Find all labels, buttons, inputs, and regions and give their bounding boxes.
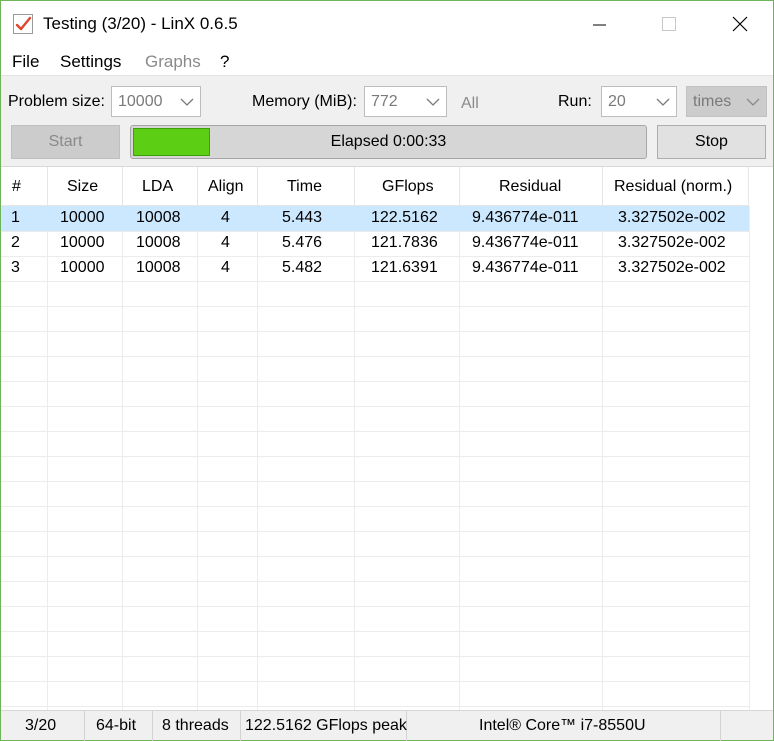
cell-gflops: 121.7836	[371, 234, 438, 251]
chevron-down-icon	[180, 98, 194, 106]
row-divider	[1, 681, 749, 682]
row-divider	[1, 356, 749, 357]
title-bar: Testing (3/20) - LinX 0.6.5	[1, 1, 773, 47]
status-cpu-name: Intel® Core™ i7-8550U	[407, 711, 721, 741]
row-divider	[1, 281, 749, 282]
row-divider	[1, 231, 749, 232]
all-label[interactable]: All	[461, 95, 479, 113]
cell-residual: 9.436774e-011	[472, 259, 579, 276]
elapsed-progress-bar: Elapsed 0:00:33	[130, 125, 647, 159]
table-row[interactable]: 3 10000 10008 4 5.482 121.6391 9.436774e…	[1, 256, 749, 281]
cell-residual: 9.436774e-011	[472, 209, 579, 226]
status-bitness: 64-bit	[85, 711, 153, 741]
checkmark-app-icon	[13, 14, 33, 34]
row-divider	[1, 456, 749, 457]
cell-time: 5.476	[282, 234, 323, 251]
status-threads: 8 threads	[153, 711, 241, 741]
cell-index: 3	[11, 259, 20, 276]
cell-time: 5.443	[282, 209, 323, 226]
table-row[interactable]: 2 10000 10008 4 5.476 121.7836 9.436774e…	[1, 231, 749, 256]
column-divider	[749, 206, 750, 710]
close-icon	[732, 16, 748, 32]
close-button[interactable]	[717, 1, 763, 47]
run-unit-combo[interactable]: times	[686, 86, 767, 117]
column-header-residual[interactable]: Residual	[460, 167, 603, 206]
minimize-icon	[593, 24, 606, 26]
row-divider	[1, 256, 749, 257]
elapsed-time-text: Elapsed 0:00:33	[330, 133, 447, 150]
cell-index: 1	[11, 209, 20, 226]
memory-label: Memory (MiB):	[252, 93, 357, 110]
column-header-align[interactable]: Align	[198, 167, 258, 206]
status-bar: 3/20 64-bit 8 threads 122.5162 GFlops pe…	[1, 710, 773, 741]
column-header-lda[interactable]: LDA	[123, 167, 198, 206]
maximize-button[interactable]	[646, 1, 692, 47]
cell-index: 2	[11, 234, 20, 251]
row-divider	[1, 481, 749, 482]
cell-gflops: 122.5162	[371, 209, 438, 226]
menu-graphs[interactable]: Graphs	[145, 52, 201, 72]
memory-combo[interactable]: 772	[364, 86, 447, 117]
menu-bar: File Settings Graphs ?	[1, 49, 773, 75]
chevron-down-icon	[426, 98, 440, 106]
row-divider	[1, 606, 749, 607]
menu-settings[interactable]: Settings	[60, 52, 121, 72]
cell-residual: 9.436774e-011	[472, 234, 579, 251]
window-title: Testing (3/20) - LinX 0.6.5	[43, 14, 238, 33]
stop-button[interactable]: Stop	[657, 125, 766, 159]
status-peak-gflops: 122.5162 GFlops peak	[241, 711, 407, 741]
cell-residual-norm: 3.327502e-002	[618, 259, 726, 276]
row-divider	[1, 656, 749, 657]
cell-residual-norm: 3.327502e-002	[618, 234, 726, 251]
row-divider	[1, 556, 749, 557]
cell-align: 4	[221, 234, 230, 251]
run-unit-value: times	[693, 93, 732, 110]
chevron-down-icon	[656, 98, 670, 106]
cell-lda: 10008	[136, 259, 181, 276]
column-header-time[interactable]: Time	[258, 167, 355, 206]
cell-lda: 10008	[136, 234, 181, 251]
menu-help[interactable]: ?	[220, 52, 229, 72]
chevron-down-icon	[746, 98, 760, 106]
minimize-button[interactable]	[577, 1, 623, 47]
memory-value: 772	[371, 93, 398, 110]
row-divider	[1, 306, 749, 307]
run-count-value: 20	[608, 93, 626, 110]
row-divider	[1, 381, 749, 382]
column-header-residual-norm[interactable]: Residual (norm.)	[603, 167, 749, 206]
cell-size: 10000	[60, 259, 105, 276]
row-divider	[1, 631, 749, 632]
run-count-combo[interactable]: 20	[601, 86, 677, 117]
cell-size: 10000	[60, 234, 105, 251]
menu-file[interactable]: File	[12, 52, 39, 72]
start-button[interactable]: Start	[11, 125, 120, 159]
maximize-icon	[662, 17, 676, 31]
cell-align: 4	[221, 259, 230, 276]
problem-size-value: 10000	[118, 93, 163, 110]
row-divider	[1, 431, 749, 432]
results-table: # Size LDA Align Time GFlops Residual Re…	[1, 167, 773, 710]
linx-window: Testing (3/20) - LinX 0.6.5 File Setting…	[0, 0, 774, 741]
column-header-size[interactable]: Size	[48, 167, 123, 206]
row-divider	[1, 581, 749, 582]
cell-time: 5.482	[282, 259, 323, 276]
row-divider	[1, 531, 749, 532]
table-row[interactable]: 1 10000 10008 4 5.443 122.5162 9.436774e…	[1, 206, 749, 231]
run-label: Run:	[558, 93, 592, 110]
problem-size-label: Problem size:	[8, 93, 105, 110]
row-divider	[1, 406, 749, 407]
cell-size: 10000	[60, 209, 105, 226]
row-divider	[1, 706, 749, 707]
cell-lda: 10008	[136, 209, 181, 226]
column-header-index[interactable]: #	[1, 167, 48, 206]
row-divider	[1, 506, 749, 507]
status-run-progress: 3/20	[1, 711, 85, 741]
cell-gflops: 121.6391	[371, 259, 438, 276]
row-divider	[1, 331, 749, 332]
cell-residual-norm: 3.327502e-002	[618, 209, 726, 226]
column-header-gflops[interactable]: GFlops	[355, 167, 460, 206]
cell-align: 4	[221, 209, 230, 226]
problem-size-combo[interactable]: 10000	[111, 86, 201, 117]
